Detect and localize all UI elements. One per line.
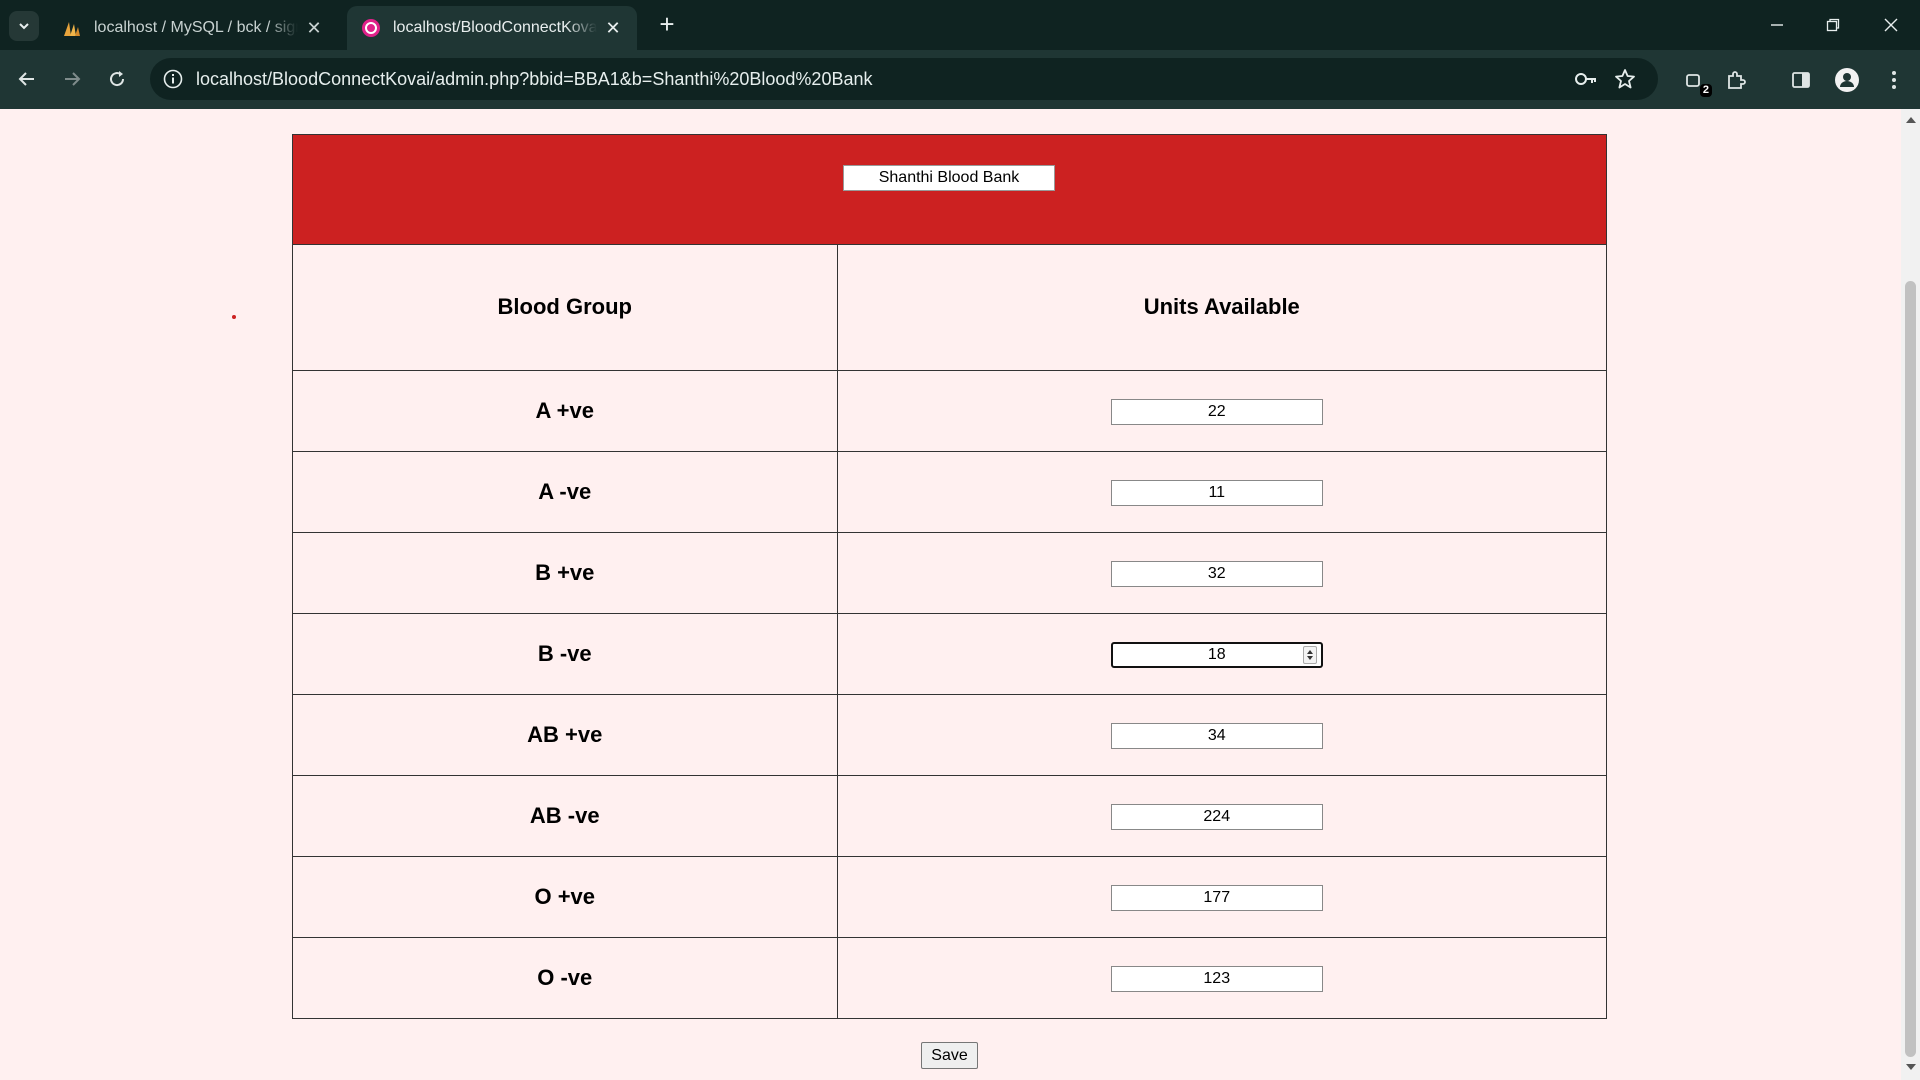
units-cell: 177	[837, 856, 1606, 938]
scroll-down-icon[interactable]	[1906, 1064, 1916, 1070]
arrow-left-icon	[18, 72, 34, 86]
units-cell: 123	[837, 937, 1606, 1018]
forward-button[interactable]	[55, 62, 89, 96]
profile-avatar-icon	[1835, 68, 1859, 92]
browser-toolbar: localhost/BloodConnectKovai/admin.php?bb…	[0, 50, 1920, 109]
blood-group-label: O +ve	[293, 856, 838, 938]
bookmark-star-icon[interactable]	[1614, 68, 1636, 90]
tab-search-button[interactable]	[9, 11, 39, 41]
restore-button[interactable]	[1818, 12, 1848, 38]
table-row: A +ve 22	[293, 370, 1606, 452]
back-button[interactable]	[10, 62, 44, 96]
units-cell: 22	[837, 370, 1606, 452]
table-row: AB -ve 224	[293, 775, 1606, 857]
blood-group-label: O -ve	[293, 937, 838, 1018]
column-header-units-available: Units Available	[837, 245, 1606, 371]
table-row: AB +ve 34	[293, 694, 1606, 776]
page-scrollbar[interactable]	[1901, 109, 1920, 1080]
blood-group-label: B -ve	[293, 613, 838, 695]
extension-badge: 2	[1699, 84, 1712, 97]
site-info-icon[interactable]	[162, 68, 184, 90]
close-icon[interactable]: ✕	[603, 18, 623, 39]
number-spinner-icon[interactable]	[1302, 646, 1317, 664]
new-tab-button[interactable]: +	[652, 10, 682, 40]
units-input[interactable]: 32	[1110, 561, 1323, 587]
blood-inventory-table: Blood Group Units Available A +ve 22 A -…	[293, 245, 1606, 1018]
profile-button[interactable]	[1833, 66, 1861, 94]
units-input[interactable]: 11	[1110, 480, 1323, 506]
side-panel-button[interactable]	[1787, 66, 1815, 94]
blood-inventory-panel: Shanthi Blood Bank Blood Group Units Ava…	[292, 134, 1607, 1019]
decorative-dot	[232, 315, 236, 319]
chevron-down-icon	[19, 23, 29, 30]
phpmyadmin-icon	[64, 22, 80, 36]
minimize-icon	[1771, 24, 1783, 26]
blood-group-label: A -ve	[293, 451, 838, 533]
minimize-button[interactable]	[1762, 12, 1792, 38]
tab-phpmyadmin[interactable]: localhost / MySQL / bck / signu ✕	[48, 6, 338, 50]
restore-icon	[1826, 18, 1840, 32]
tab-title: localhost/BloodConnectKovai/a	[393, 19, 597, 36]
reload-icon	[110, 71, 125, 87]
close-window-button[interactable]	[1876, 12, 1906, 38]
puzzle-icon	[1728, 71, 1746, 89]
units-input[interactable]: 123	[1110, 966, 1323, 993]
blood-bank-name-field[interactable]: Shanthi Blood Bank	[843, 165, 1055, 191]
password-key-icon[interactable]	[1574, 69, 1598, 89]
units-input[interactable]: 34	[1110, 723, 1323, 749]
close-icon[interactable]: ✕	[304, 18, 324, 39]
scrollbar-thumb[interactable]	[1905, 281, 1916, 1057]
units-input[interactable]: 177	[1110, 885, 1323, 911]
table-header-row: Blood Group Units Available	[293, 245, 1606, 371]
blood-group-label: B +ve	[293, 532, 838, 614]
units-input[interactable]: 224	[1110, 804, 1323, 830]
column-header-blood-group: Blood Group	[293, 245, 838, 371]
units-cell: 32	[837, 532, 1606, 614]
table-row: A -ve 11	[293, 451, 1606, 533]
save-button[interactable]: Save	[921, 1042, 978, 1069]
tab-bloodconnect[interactable]: localhost/BloodConnectKovai/a ✕	[347, 6, 637, 50]
close-icon	[1884, 18, 1898, 32]
table-row: B -ve 18	[293, 613, 1606, 695]
arrow-right-icon	[65, 72, 81, 86]
units-cell: 18	[837, 613, 1606, 695]
table-row: B +ve 32	[293, 532, 1606, 614]
browser-menu-button[interactable]	[1880, 66, 1908, 94]
panel-header: Shanthi Blood Bank	[293, 135, 1606, 245]
units-value: 18	[1207, 646, 1226, 663]
units-cell: 224	[837, 775, 1606, 857]
blood-group-label: AB +ve	[293, 694, 838, 776]
side-panel-icon	[1792, 72, 1810, 88]
site-favicon-icon	[362, 19, 380, 37]
units-input[interactable]: 22	[1110, 399, 1323, 425]
blood-group-label: A +ve	[293, 370, 838, 452]
units-cell: 34	[837, 694, 1606, 776]
scroll-up-icon[interactable]	[1906, 117, 1916, 123]
more-vertical-icon	[1892, 71, 1896, 89]
reload-button[interactable]	[100, 62, 134, 96]
url-text[interactable]: localhost/BloodConnectKovai/admin.php?bb…	[196, 69, 873, 90]
tab-title: localhost / MySQL / bck / signu	[94, 19, 298, 36]
units-cell: 11	[837, 451, 1606, 533]
blood-group-label: AB -ve	[293, 775, 838, 857]
address-bar[interactable]: localhost/BloodConnectKovai/admin.php?bb…	[150, 58, 1658, 100]
table-row: O -ve 123	[293, 937, 1606, 1018]
extension-downloads-button[interactable]: 2	[1680, 66, 1712, 97]
tab-strip: localhost / MySQL / bck / signu ✕ localh…	[0, 0, 1920, 50]
units-input-focused[interactable]: 18	[1110, 642, 1323, 668]
page-viewport: Shanthi Blood Bank Blood Group Units Ava…	[0, 109, 1901, 1080]
table-row: O +ve 177	[293, 856, 1606, 938]
extensions-button[interactable]	[1722, 66, 1750, 94]
